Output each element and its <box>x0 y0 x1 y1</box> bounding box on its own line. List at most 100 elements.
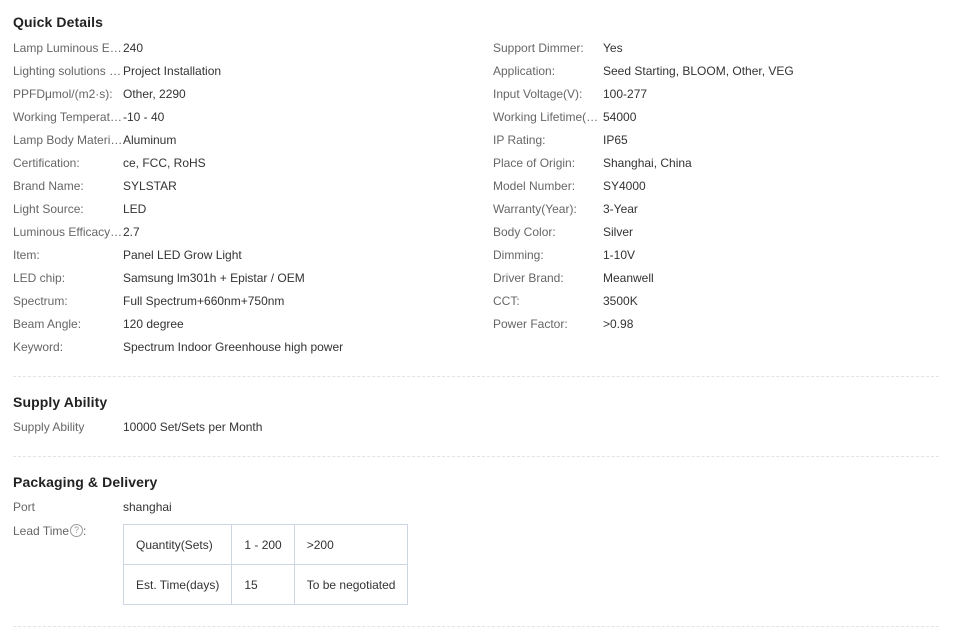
detail-key: Application: <box>493 64 556 78</box>
detail-key: Certification: <box>13 156 80 170</box>
detail-value: ce, FCC, RoHS <box>123 156 206 170</box>
table-cell: >200 <box>293 524 409 565</box>
detail-value: >0.98 <box>603 317 634 331</box>
supply-ability-value: 10000 Set/Sets per Month <box>123 420 263 434</box>
detail-key: Lamp Luminous Ef... <box>13 41 123 55</box>
table-cell: Est. Time(days) <box>122 564 233 605</box>
detail-key: PPFDμmol/(m2·s): <box>13 87 113 101</box>
detail-key: Keyword: <box>13 340 64 354</box>
port-value: shanghai <box>123 500 172 514</box>
packaging-delivery-title: Packaging & Delivery <box>13 474 158 490</box>
detail-row: Dimming: 1-10V <box>493 245 933 265</box>
detail-key: Working Temperatu... <box>13 110 123 124</box>
detail-row: CCT: 3500K <box>493 291 933 311</box>
detail-key: Item: <box>13 248 40 262</box>
detail-row: Application: Seed Starting, BLOOM, Other… <box>493 61 933 81</box>
detail-value: Aluminum <box>123 133 177 147</box>
detail-row: Power Factor: >0.98 <box>493 314 933 334</box>
detail-row: Luminous Efficacy(... 2.7 <box>13 222 473 242</box>
detail-row: Warranty(Year): 3-Year <box>493 199 933 219</box>
detail-row: Certification: ce, FCC, RoHS <box>13 153 473 173</box>
detail-value: Project Installation <box>123 64 222 78</box>
detail-row: PPFDμmol/(m2·s): Other, 2290 <box>13 84 473 104</box>
detail-key: Luminous Efficacy(... <box>13 225 123 239</box>
product-details-page: Quick Details Lamp Luminous Ef... 240 Li… <box>0 0 953 633</box>
detail-key: Brand Name: <box>13 179 84 193</box>
detail-key: Support Dimmer: <box>493 41 584 55</box>
section-divider <box>13 456 939 457</box>
detail-row: Spectrum: Full Spectrum+660nm+750nm <box>13 291 473 311</box>
detail-key: Working Lifetime(H... <box>493 110 603 124</box>
detail-row: Lamp Body Material: Aluminum <box>13 130 473 150</box>
lead-time-table: Quantity(Sets) 1 - 200 >200 Est. Time(da… <box>122 524 409 605</box>
detail-key: Driver Brand: <box>493 271 564 285</box>
detail-row: Beam Angle: 120 degree <box>13 314 473 334</box>
detail-value: Shanghai, China <box>603 156 692 170</box>
supply-ability-title: Supply Ability <box>13 394 108 410</box>
detail-value: Other, 2290 <box>123 87 186 101</box>
detail-key: Dimming: <box>493 248 544 262</box>
detail-row: Model Number: SY4000 <box>493 176 933 196</box>
port-key: Port <box>13 500 36 514</box>
detail-key: Lamp Body Material: <box>13 133 123 147</box>
table-cell: 15 <box>231 564 295 605</box>
detail-row: LED chip: Samsung lm301h + Epistar / OEM <box>13 268 473 288</box>
detail-key: LED chip: <box>13 271 66 285</box>
lead-time-label: Lead Time?: <box>13 521 123 541</box>
detail-key: Lighting solutions s... <box>13 64 123 78</box>
detail-value: 100-277 <box>603 87 648 101</box>
detail-value: Panel LED Grow Light <box>123 248 242 262</box>
detail-key: IP Rating: <box>493 133 546 147</box>
detail-row: Place of Origin: Shanghai, China <box>493 153 933 173</box>
detail-value: Yes <box>603 41 623 55</box>
detail-value: Meanwell <box>603 271 654 285</box>
detail-row: Keyword: Spectrum Indoor Greenhouse high… <box>13 337 473 357</box>
detail-key: Input Voltage(V): <box>493 87 583 101</box>
question-circle-icon[interactable]: ? <box>70 524 84 538</box>
detail-row: Lighting solutions s... Project Installa… <box>13 61 473 81</box>
detail-row: Driver Brand: Meanwell <box>493 268 933 288</box>
section-divider <box>13 376 939 377</box>
table-row: Est. Time(days) 15 To be negotiated <box>122 564 409 605</box>
detail-row: Item: Panel LED Grow Light <box>13 245 473 265</box>
detail-value: Seed Starting, BLOOM, Other, VEG <box>603 64 794 78</box>
detail-value: 3-Year <box>603 202 638 216</box>
detail-value: SY4000 <box>603 179 646 193</box>
detail-value: 1-10V <box>603 248 636 262</box>
detail-value: 240 <box>123 41 144 55</box>
table-cell: To be negotiated <box>293 564 409 605</box>
detail-key: CCT: <box>493 294 520 308</box>
supply-ability-row: Supply Ability 10000 Set/Sets per Month <box>13 417 473 437</box>
detail-key: Spectrum: <box>13 294 68 308</box>
detail-row: Light Source: LED <box>13 199 473 219</box>
quick-details-title: Quick Details <box>13 14 104 30</box>
detail-row: IP Rating: IP65 <box>493 130 933 150</box>
table-cell: 1 - 200 <box>231 524 295 565</box>
detail-key: Beam Angle: <box>13 317 82 331</box>
table-cell: Quantity(Sets) <box>122 524 233 565</box>
port-row: Port shanghai <box>13 497 473 517</box>
detail-value: LED <box>123 202 147 216</box>
detail-row: Working Temperatu... -10 - 40 <box>13 107 473 127</box>
detail-value: Full Spectrum+660nm+750nm <box>123 294 285 308</box>
detail-value: 3500K <box>603 294 638 308</box>
detail-key: Light Source: <box>13 202 84 216</box>
detail-value: IP65 <box>603 133 628 147</box>
detail-key: Model Number: <box>493 179 576 193</box>
section-divider <box>13 626 939 627</box>
table-row: Quantity(Sets) 1 - 200 >200 <box>122 524 409 565</box>
detail-key: Place of Origin: <box>493 156 576 170</box>
detail-key: Body Color: <box>493 225 556 239</box>
lead-time-colon: : <box>83 524 87 538</box>
detail-row: Working Lifetime(H... 54000 <box>493 107 933 127</box>
detail-value: -10 - 40 <box>123 110 165 124</box>
supply-ability-key: Supply Ability <box>13 420 85 434</box>
detail-row: Support Dimmer: Yes <box>493 38 933 58</box>
detail-value: SYLSTAR <box>123 179 177 193</box>
detail-row: Body Color: Silver <box>493 222 933 242</box>
detail-value: 120 degree <box>123 317 184 331</box>
detail-value: Samsung lm301h + Epistar / OEM <box>123 271 305 285</box>
detail-key: Power Factor: <box>493 317 568 331</box>
detail-value: 2.7 <box>123 225 140 239</box>
detail-row: Input Voltage(V): 100-277 <box>493 84 933 104</box>
